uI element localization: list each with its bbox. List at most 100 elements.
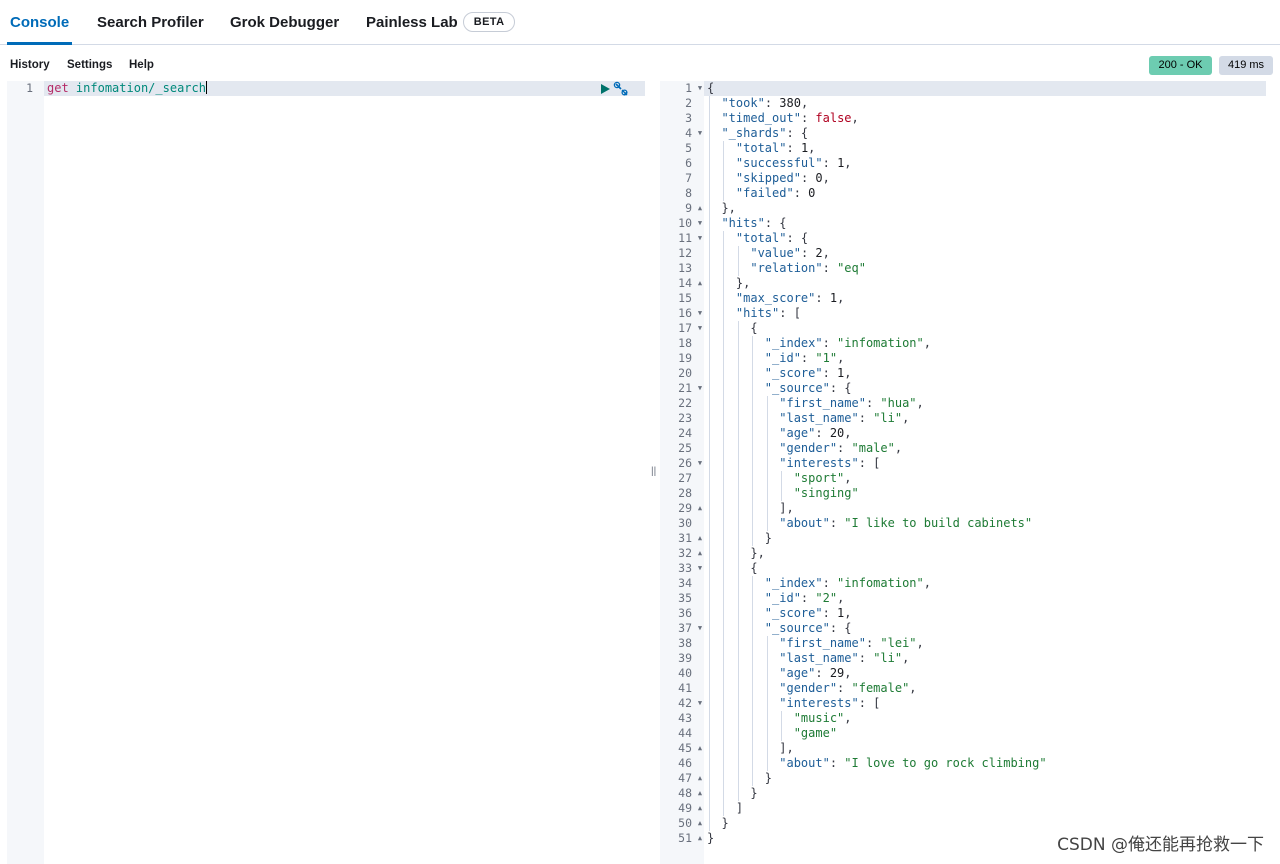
line-number: 29 (678, 501, 692, 515)
indent-guide (723, 231, 725, 816)
code-token: , (909, 681, 917, 695)
fold-arrow-down-icon[interactable]: ▼ (696, 561, 704, 576)
line-number: 3 (685, 111, 692, 125)
tab-painless-lab[interactable]: Painless Lab BETA (366, 0, 516, 45)
fold-arrow-up-icon[interactable]: ▲ (696, 546, 704, 561)
code-token: , (894, 441, 903, 455)
tab-console-label: Console (10, 14, 70, 31)
line-number: 38 (678, 636, 692, 650)
response-line: }, (707, 546, 765, 561)
fold-arrow-down-icon[interactable]: ▼ (696, 216, 704, 231)
line-number: 27 (678, 471, 692, 485)
history-link[interactable]: History (10, 59, 50, 71)
fold-arrow-down-icon[interactable]: ▼ (696, 696, 704, 711)
code-token: "first_name" (779, 636, 866, 650)
tab-search-profiler[interactable]: Search Profiler (97, 0, 204, 45)
line-number: 26 (678, 456, 692, 470)
response-line: "singing" (707, 486, 859, 501)
fold-arrow-up-icon[interactable]: ▲ (696, 201, 704, 216)
line-number: 48 (678, 786, 692, 800)
code-token: : (764, 96, 780, 110)
indent-guide (752, 576, 754, 786)
fold-arrow-up-icon[interactable]: ▲ (696, 531, 704, 546)
resize-handle-icon[interactable]: || (651, 466, 656, 478)
line-number: 33 (678, 561, 692, 575)
tab-console[interactable]: Console (6, 0, 73, 45)
play-icon[interactable] (599, 83, 611, 95)
code-token: "took" (721, 96, 765, 110)
fold-arrow-up-icon[interactable]: ▲ (696, 501, 704, 516)
response-line: "_score": 1, (707, 366, 852, 381)
tab-grok-debugger[interactable]: Grok Debugger (230, 0, 339, 45)
code-token: : (800, 351, 816, 365)
response-line: "skipped": 0, (707, 171, 830, 186)
code-token: : (837, 681, 852, 695)
fold-arrow-down-icon[interactable]: ▼ (696, 456, 704, 471)
settings-link[interactable]: Settings (67, 59, 112, 71)
response-line: "interests": [ (707, 456, 880, 471)
active-line-highlight (704, 81, 1266, 96)
help-link[interactable]: Help (129, 59, 154, 71)
code-token: }, (707, 546, 765, 560)
code-token: : (815, 426, 830, 440)
code-token: "lei" (880, 636, 917, 650)
request-gutter: 1 (7, 81, 44, 864)
fold-arrow-down-icon[interactable]: ▼ (696, 381, 704, 396)
request-editor[interactable]: 1 get infomation/_search (7, 81, 645, 864)
code-token: : { (829, 621, 852, 635)
response-line: "hits": { (707, 216, 786, 231)
code-token: : (800, 171, 816, 185)
fold-arrow-down-icon[interactable]: ▼ (696, 81, 704, 96)
code-token: , (822, 246, 830, 260)
response-editor[interactable]: 1 ▼ 2 3 4 ▼ 5 6 7 8 9 ▲ 10 ▼ 11 ▼ 12 13 14 ▲ 15 16 ▼ 17 ▼ 18 19 20 2… (660, 81, 1280, 864)
line-number: 30 (678, 516, 692, 530)
wrench-icon[interactable] (613, 81, 629, 97)
fold-arrow-up-icon[interactable]: ▲ (696, 771, 704, 786)
response-code-area[interactable]: { "took": 380, "timed_out": false, "_sha… (704, 81, 1266, 864)
fold-arrow-up-icon[interactable]: ▲ (696, 276, 704, 291)
fold-arrow-down-icon[interactable]: ▼ (696, 321, 704, 336)
fold-arrow-up-icon[interactable]: ▲ (696, 786, 704, 801)
line-number: 7 (685, 171, 692, 185)
fold-arrow-down-icon[interactable]: ▼ (696, 306, 704, 321)
fold-arrow-up-icon[interactable]: ▲ (696, 816, 704, 831)
code-token: , (844, 471, 852, 485)
code-token: ], (707, 741, 794, 755)
fold-arrow-up-icon[interactable]: ▲ (696, 831, 704, 846)
fold-arrow-up-icon[interactable]: ▲ (696, 801, 704, 816)
code-token: , (844, 666, 852, 680)
code-token: "gender" (779, 681, 838, 695)
fold-arrow-down-icon[interactable]: ▼ (696, 621, 704, 636)
code-token: : [ (779, 306, 801, 320)
response-line: { (707, 321, 757, 336)
code-token: : (815, 666, 830, 680)
code-token: "music" (793, 711, 845, 725)
line-number: 15 (678, 291, 692, 305)
code-token: "I like to build cabinets" (844, 516, 1033, 530)
response-line: "game" (707, 726, 837, 741)
line-number: 4 (685, 126, 692, 140)
code-token: "_index" (764, 576, 823, 590)
code-token: } (707, 816, 729, 830)
line-number: 14 (678, 276, 692, 290)
code-token: "interests" (779, 456, 859, 470)
code-token: : (793, 186, 809, 200)
line-number: 1 (685, 81, 692, 95)
request-code-area[interactable]: get infomation/_search (44, 81, 645, 864)
request-line[interactable]: get infomation/_search (47, 81, 207, 96)
fold-arrow-down-icon[interactable]: ▼ (696, 231, 704, 246)
fold-arrow-up-icon[interactable]: ▲ (696, 741, 704, 756)
code-token: "infomation" (837, 336, 924, 350)
code-token: : (822, 606, 838, 620)
fold-arrow-down-icon[interactable]: ▼ (696, 126, 704, 141)
code-token: : (829, 756, 845, 770)
